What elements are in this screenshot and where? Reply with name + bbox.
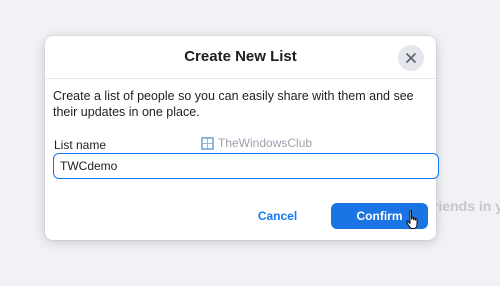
watermark: TheWindowsClub — [201, 136, 312, 150]
dialog-title: Create New List — [184, 48, 297, 65]
list-name-input[interactable] — [53, 153, 439, 179]
background-partial-text: riends in y — [433, 198, 500, 214]
watermark-text: TheWindowsClub — [218, 136, 313, 150]
close-icon — [406, 53, 416, 63]
create-list-dialog: Create New List Create a list of people … — [45, 36, 439, 240]
dialog-description: Create a list of people so you can easil… — [53, 89, 414, 119]
close-button[interactable] — [398, 45, 424, 71]
hand-cursor-icon — [406, 210, 418, 229]
cancel-button[interactable]: Cancel — [251, 204, 304, 228]
list-name-label: List name — [54, 138, 107, 152]
windows-club-logo-icon — [201, 136, 214, 150]
dialog-header: Create New List — [45, 36, 436, 79]
